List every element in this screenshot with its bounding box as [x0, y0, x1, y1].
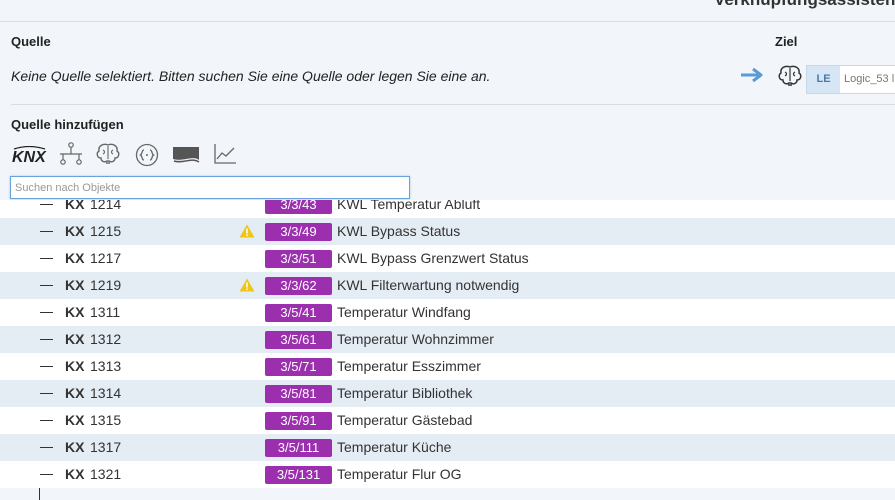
object-name: Temperatur Wohnzimmer — [337, 331, 494, 347]
knx-icon[interactable]: KNX — [11, 145, 49, 171]
cloud-service-icon[interactable] — [171, 146, 201, 169]
tree-branch — [40, 447, 53, 448]
group-address-badge: 3/3/43 — [265, 200, 332, 214]
object-id: 1214 — [90, 200, 122, 212]
tree-branch — [40, 285, 53, 286]
target-object[interactable]: LE Logic_53 l — [806, 65, 895, 94]
object-type: KX — [65, 277, 85, 293]
object-name: Temperatur Gästebad — [337, 412, 473, 428]
object-id: 1311 — [90, 304, 121, 320]
object-type: KX — [65, 385, 85, 401]
add-source-label: Quelle hinzufügen — [11, 117, 124, 132]
table-row[interactable]: KX 1311 3/5/41 Temperatur Windfang — [0, 299, 895, 326]
group-address-badge: 3/5/41 — [265, 304, 332, 322]
brain-icon[interactable] — [95, 142, 121, 171]
warning-icon — [239, 278, 255, 292]
object-name: Temperatur Flur OG — [337, 466, 462, 482]
object-id: 1313 — [90, 358, 122, 374]
object-name: Temperatur Esszimmer — [337, 358, 481, 374]
object-type: KX — [65, 223, 85, 239]
object-type: KX — [65, 331, 85, 347]
object-id: 1317 — [90, 439, 122, 455]
object-id: 1219 — [90, 277, 122, 293]
object-name: KWL Bypass Status — [337, 223, 461, 239]
object-type: KX — [65, 250, 85, 266]
variable-icon[interactable] — [135, 143, 159, 172]
target-badge: LE — [807, 66, 840, 93]
group-address-badge: 3/5/61 — [265, 331, 332, 349]
object-name: KWL Temperatur Abluft — [337, 200, 481, 212]
tree-branch — [40, 420, 53, 421]
source-label: Quelle — [11, 34, 51, 49]
table-row[interactable]: KX 1317 3/5/111 Temperatur Küche — [0, 434, 895, 461]
object-list: KX 1214 3/3/43 KWL Temperatur Abluft KX 1215 3… — [0, 200, 895, 500]
target-label: Ziel — [775, 34, 798, 49]
table-row[interactable]: KX 1219 3/3/62 KWL Filterwartung notwendig — [0, 272, 895, 299]
object-id: 1215 — [90, 223, 122, 239]
table-row[interactable]: KX 1312 3/5/61 Temperatur Wohnzimmer — [0, 326, 895, 353]
table-row[interactable]: KX 1217 3/3/51 KWL Bypass Grenzwert Status — [0, 245, 895, 272]
object-type: KX — [65, 466, 85, 482]
divider — [11, 104, 895, 105]
object-type: KX — [65, 358, 85, 374]
network-icon[interactable] — [58, 142, 84, 171]
object-name: KWL Filterwartung notwendig — [337, 277, 520, 293]
search-field[interactable] — [10, 176, 410, 199]
tree-branch — [40, 393, 53, 394]
page-title: Verknüpfungsassistent — [714, 0, 895, 10]
object-name: Temperatur Küche — [337, 439, 452, 455]
object-type: KX — [65, 439, 85, 455]
table-row[interactable]: KX 1215 3/3/49 KWL Bypass Status — [0, 218, 895, 245]
object-id: 1314 — [90, 385, 122, 401]
tree-branch — [40, 258, 53, 259]
table-row[interactable]: KX 1314 3/5/81 Temperatur Bibliothek — [0, 380, 895, 407]
tree-branch — [40, 339, 53, 340]
chart-icon[interactable] — [213, 143, 237, 170]
svg-text:KNX: KNX — [12, 149, 47, 166]
object-name: Temperatur Windfang — [337, 304, 471, 320]
arrow-right-icon — [741, 67, 763, 83]
object-id: 1217 — [90, 250, 122, 266]
group-address-badge: 3/3/49 — [265, 223, 332, 241]
table-row[interactable]: KX 1315 3/5/91 Temperatur Gästebad — [0, 407, 895, 434]
warning-icon — [239, 224, 255, 238]
object-id: 1315 — [90, 412, 122, 428]
tree-branch — [40, 474, 53, 475]
object-id: 1312 — [90, 331, 122, 347]
table-row[interactable]: KX 1321 3/5/131 Temperatur Flur OG — [0, 461, 895, 488]
table-row[interactable]: KX 1214 3/3/43 KWL Temperatur Abluft — [0, 200, 895, 218]
tree-branch — [40, 366, 53, 367]
tree-branch — [40, 204, 53, 205]
group-address-badge: 3/3/62 — [265, 277, 332, 295]
group-address-badge: 3/5/81 — [265, 385, 332, 403]
group-address-badge: 3/3/51 — [265, 250, 332, 268]
header-bar: Verknüpfungsassistent — [0, 0, 895, 22]
table-row[interactable]: KX 1313 3/5/71 Temperatur Esszimmer — [0, 353, 895, 380]
group-address-badge: 3/5/111 — [265, 439, 332, 457]
object-id: 1321 — [90, 466, 122, 482]
group-address-badge: 3/5/131 — [265, 466, 332, 484]
tree-branch — [40, 312, 53, 313]
object-type: KX — [65, 304, 85, 320]
tree-branch — [40, 231, 53, 232]
group-address-badge: 3/5/91 — [265, 412, 332, 430]
search-input[interactable] — [11, 177, 409, 198]
object-name: Temperatur Bibliothek — [337, 385, 473, 401]
brain-icon — [778, 65, 802, 86]
object-type: KX — [65, 412, 85, 428]
object-name: KWL Bypass Grenzwert Status — [337, 250, 529, 266]
target-name: Logic_53 l — [844, 73, 895, 85]
object-type: KX — [65, 200, 85, 212]
source-empty-text: Keine Quelle selektiert. Bitten suchen S… — [11, 68, 491, 84]
group-address-badge: 3/5/71 — [265, 358, 332, 376]
